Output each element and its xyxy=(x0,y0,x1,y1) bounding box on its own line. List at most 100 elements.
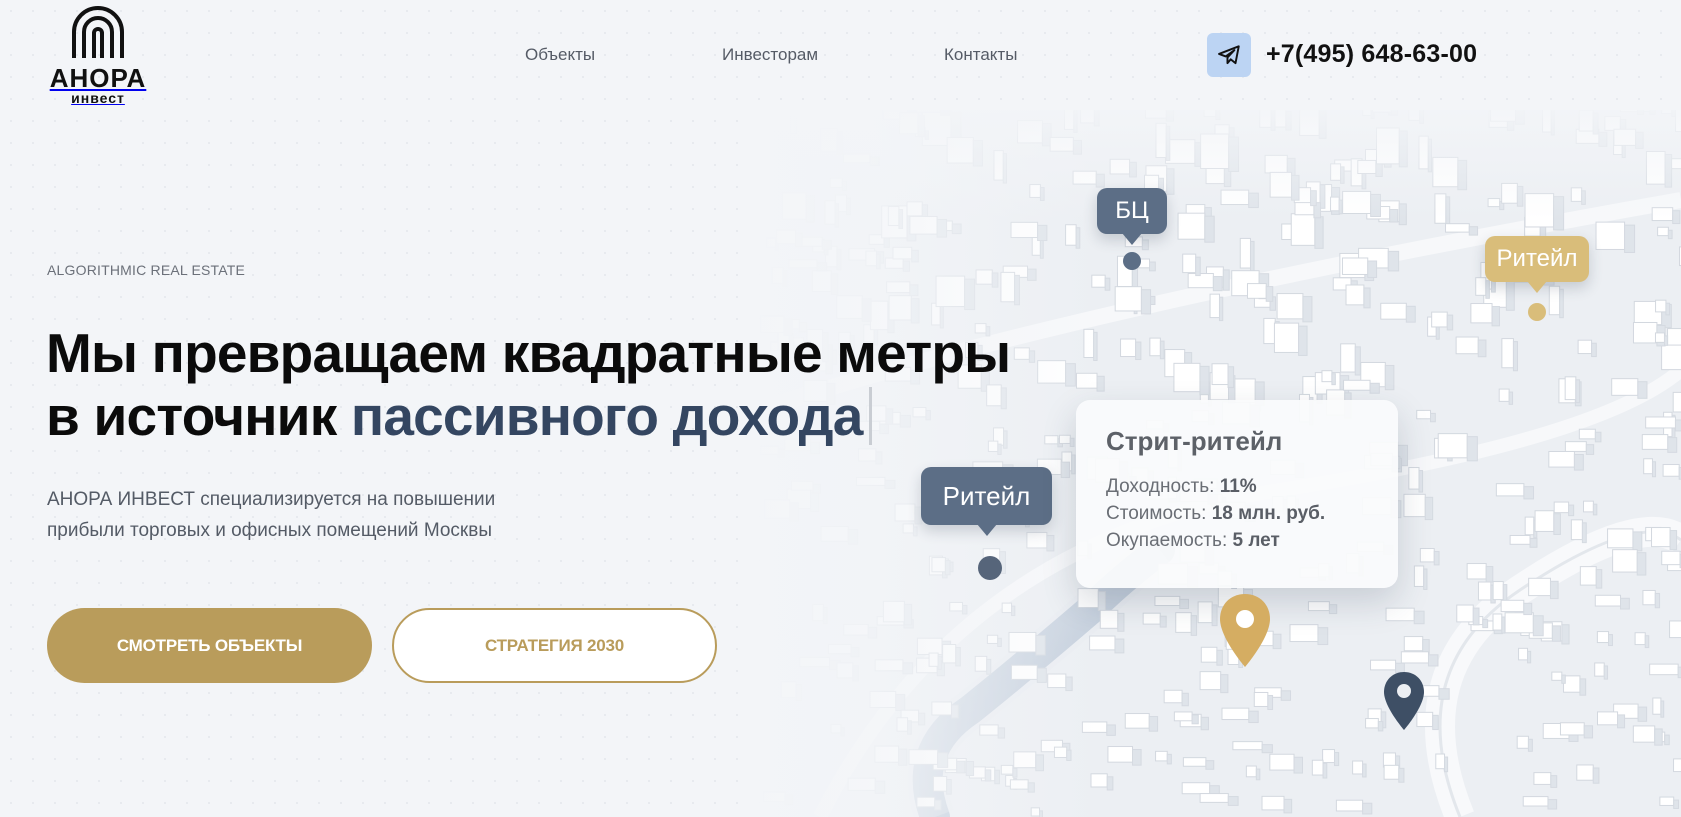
city-building xyxy=(1579,566,1597,586)
telegram-button[interactable] xyxy=(1207,33,1251,77)
city-building xyxy=(1477,581,1492,601)
city-building xyxy=(1307,601,1330,612)
city-building xyxy=(1149,337,1161,357)
property-info-card[interactable]: Стрит-ритейл Доходность: 11% Стоимость: … xyxy=(1076,400,1398,588)
city-building-side xyxy=(1527,738,1533,752)
city-building xyxy=(1595,221,1626,250)
city-building xyxy=(1187,273,1214,289)
city-building xyxy=(1669,620,1681,639)
city-building-side xyxy=(1362,802,1373,815)
city-building-side xyxy=(1512,341,1518,372)
city-building-side xyxy=(1594,431,1602,443)
map-tag-bc[interactable]: БЦ xyxy=(1097,188,1167,245)
property-price-value: 18 млн. руб. xyxy=(1211,503,1326,524)
city-building-side xyxy=(1427,654,1439,667)
city-building xyxy=(1611,378,1639,396)
city-building-side xyxy=(1585,444,1595,455)
city-building xyxy=(1232,741,1263,751)
city-building-side xyxy=(1550,775,1558,788)
city-building-side xyxy=(1106,776,1114,791)
city-building xyxy=(1335,799,1364,812)
city-building-side xyxy=(1485,280,1490,299)
city-building xyxy=(1175,612,1192,633)
strategy-2030-button[interactable]: СТРАТЕГИЯ 2030 xyxy=(392,608,717,683)
city-building-side xyxy=(1561,674,1566,684)
city-building-side xyxy=(1532,615,1544,637)
city-building xyxy=(1181,782,1211,795)
city-building xyxy=(1253,691,1269,707)
city-building-side xyxy=(1104,277,1111,291)
hero-title-line1: Мы превращаем квадратные метры xyxy=(46,322,1011,384)
city-building xyxy=(1672,391,1681,413)
nav-investors[interactable]: Инвесторам xyxy=(722,45,818,65)
city-building-side xyxy=(1592,767,1600,784)
property-price-label: Стоимость: xyxy=(1106,503,1212,524)
city-building-side xyxy=(1529,537,1538,548)
city-building xyxy=(1199,671,1222,691)
city-fade-top xyxy=(740,100,1681,220)
city-building-side xyxy=(1568,504,1575,517)
city-building-side xyxy=(1433,551,1440,566)
logo-name: АНОРА xyxy=(49,63,147,93)
city-building xyxy=(1632,321,1658,344)
city-building-side xyxy=(1283,798,1293,814)
city-building-side xyxy=(1199,365,1210,396)
city-building xyxy=(1155,750,1168,762)
view-objects-button[interactable]: СМОТРЕТЬ ОБЪЕКТЫ xyxy=(47,608,372,683)
property-price-row: Стоимость: 18 млн. руб. xyxy=(1106,500,1398,527)
city-building xyxy=(1343,379,1371,391)
city-building xyxy=(1673,758,1681,773)
city-building xyxy=(1345,284,1365,306)
city-building-side xyxy=(1190,615,1198,636)
city-building xyxy=(1553,501,1570,514)
city-building xyxy=(1492,613,1503,631)
city-building xyxy=(1380,302,1407,320)
city-building-side xyxy=(1636,552,1647,576)
city-building xyxy=(1322,749,1335,764)
city-building-side xyxy=(1148,716,1159,732)
city-building xyxy=(1200,646,1218,663)
city-building-side xyxy=(1384,364,1395,391)
city-building xyxy=(1385,607,1415,622)
nav-contacts[interactable]: Контакты xyxy=(944,45,1017,65)
city-building xyxy=(1659,796,1675,806)
hero-title: Мы превращаем квадратные метры в источни… xyxy=(46,322,1026,448)
city-building-side xyxy=(1369,382,1380,394)
city-building-side xyxy=(1654,728,1663,746)
city-building-side xyxy=(1363,287,1371,309)
city-building-side xyxy=(1261,744,1273,754)
map-tag-retail-gold[interactable]: Ритейл xyxy=(1485,236,1589,293)
logo[interactable]: АНОРА инвест xyxy=(46,6,150,110)
city-building xyxy=(1551,671,1563,681)
city-building-side xyxy=(1617,714,1626,729)
city-building-side xyxy=(1362,763,1367,778)
city-building xyxy=(1445,223,1470,233)
city-building-side xyxy=(1505,280,1515,311)
map-pin-gold-icon[interactable] xyxy=(1217,592,1273,670)
city-building xyxy=(1495,483,1525,497)
city-building xyxy=(1500,599,1525,613)
city-building xyxy=(1528,577,1551,597)
city-building xyxy=(1657,226,1669,237)
city-building xyxy=(1509,534,1531,545)
phone-number[interactable]: +7(495) 648-63-00 xyxy=(1266,40,1477,69)
map-tag-retail-dark[interactable]: Ритейл xyxy=(921,467,1052,536)
city-building xyxy=(1197,601,1213,624)
city-building xyxy=(1649,663,1679,676)
city-building xyxy=(1419,548,1435,563)
map-dot-retail-gold xyxy=(1528,303,1546,321)
city-building-side xyxy=(1501,616,1506,634)
city-building-side xyxy=(1575,379,1581,404)
nav-objects[interactable]: Объекты xyxy=(525,45,595,65)
site-header: АНОРА инвест Объекты Инвесторам Контакты… xyxy=(0,0,1681,110)
city-building-side xyxy=(1482,619,1489,629)
city-building-side xyxy=(1527,650,1532,664)
city-building-side xyxy=(1472,607,1480,626)
city-building-side xyxy=(1117,612,1125,632)
map-pin-dark-icon[interactable] xyxy=(1382,670,1426,732)
city-building xyxy=(1400,651,1429,664)
city-building-side xyxy=(1227,796,1239,806)
city-building-side xyxy=(1559,288,1564,319)
city-building xyxy=(1594,662,1605,677)
map-tag-retail-gold-label: Ритейл xyxy=(1496,245,1578,272)
